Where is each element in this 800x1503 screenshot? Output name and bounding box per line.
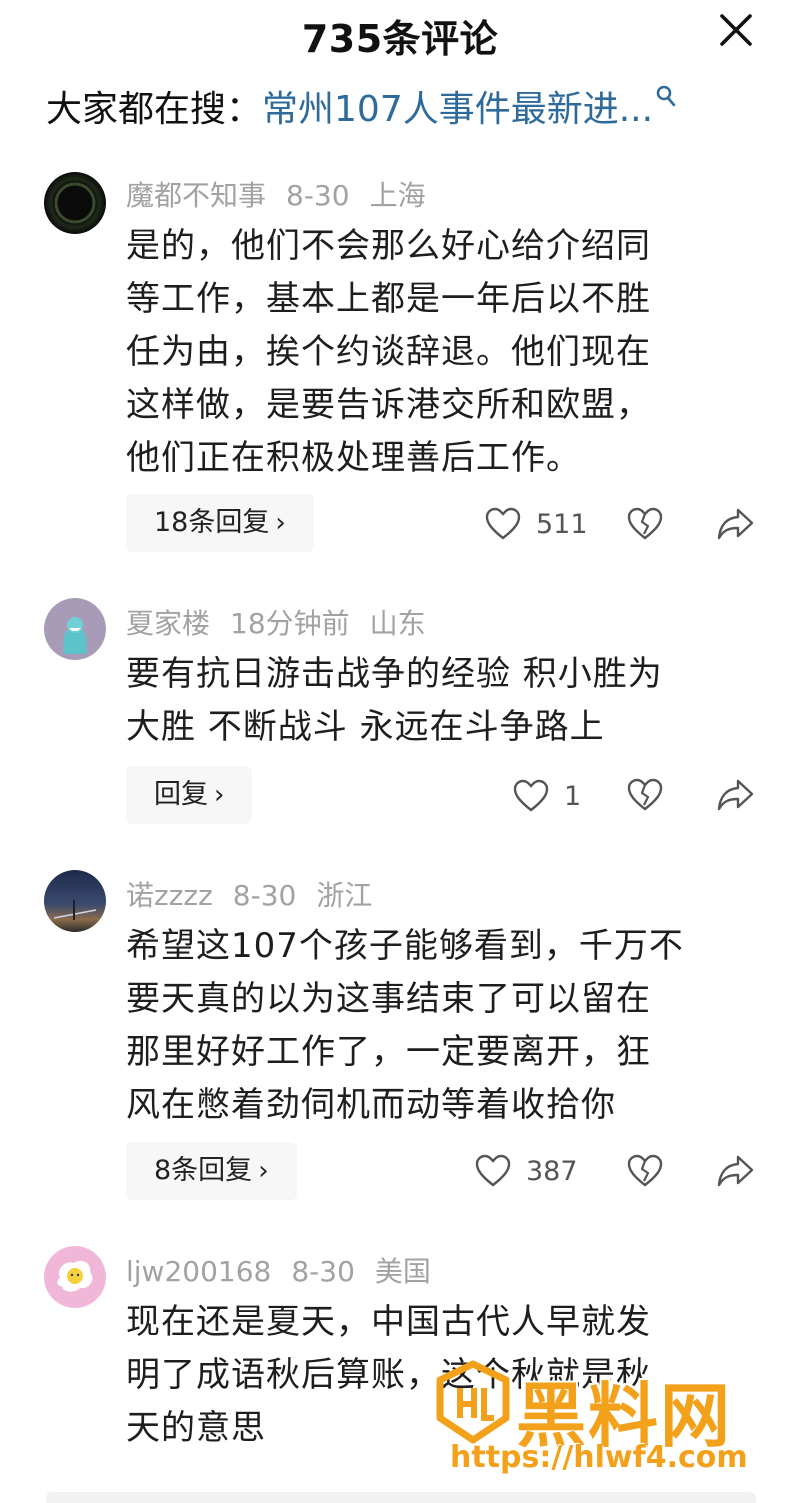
reply-button[interactable]: 回复 › xyxy=(126,766,253,824)
comment-text: 希望这107个孩子能够看到，千万不 要天真的以为这事结束了可以留在 那里好好工作… xyxy=(126,920,746,1132)
heart-icon xyxy=(485,507,521,540)
chevron-right-icon: › xyxy=(214,780,225,810)
heart-icon xyxy=(513,779,549,812)
like-count: 1 xyxy=(564,780,582,812)
share-arrow-icon[interactable] xyxy=(716,506,756,542)
chevron-right-icon: › xyxy=(275,508,286,538)
comment-input-bar[interactable] xyxy=(46,1492,756,1503)
watermark-logo xyxy=(436,1360,510,1444)
username[interactable]: ljw200168 xyxy=(126,1255,271,1288)
like-button[interactable]: 387 xyxy=(474,1151,578,1191)
comment-count-title: 735条评论 xyxy=(301,17,499,61)
trending-search-query[interactable]: 常州107人事件最新进... xyxy=(262,89,653,130)
share-arrow-icon[interactable] xyxy=(716,1153,756,1189)
comment-line: 他们正在积极处理善后工作。 xyxy=(126,438,581,478)
heart-icon xyxy=(475,1154,511,1187)
search-icon[interactable] xyxy=(655,84,677,110)
comment-line: 那里好好工作了，一定要离开，狂 xyxy=(126,1032,651,1072)
replies-label: 18条回复 xyxy=(154,507,270,538)
comments-header: 735条评论 xyxy=(0,0,800,64)
replies-label: 8条回复 xyxy=(154,1155,253,1186)
avatar[interactable] xyxy=(44,598,106,660)
chevron-right-icon: › xyxy=(258,1156,269,1186)
comment-meta: 诺zzzz 8-30 浙江 xyxy=(126,874,372,914)
avatar[interactable] xyxy=(44,1246,106,1308)
comment-line: 这样做，是要告诉港交所和欧盟， xyxy=(126,385,651,425)
comment-location: 山东 xyxy=(369,607,426,640)
trending-search-label: 大家都在搜： xyxy=(46,89,263,130)
avatar[interactable] xyxy=(44,870,106,932)
share-arrow-icon[interactable] xyxy=(716,777,756,813)
comment-date: 18分钟前 xyxy=(230,607,350,640)
watermark-url: https://hlwf4.com xyxy=(450,1440,748,1475)
broken-heart-icon[interactable] xyxy=(626,776,664,814)
comment-date: 8-30 xyxy=(291,1255,355,1288)
username[interactable]: 魔都不知事 xyxy=(126,179,266,212)
comment-date: 8-30 xyxy=(286,179,350,212)
like-count: 511 xyxy=(536,508,588,540)
comment-line: 任为由，挨个约谈辞退。他们现在 xyxy=(126,332,651,372)
comment-location: 上海 xyxy=(369,179,426,212)
username[interactable]: 诺zzzz xyxy=(126,879,213,912)
broken-heart-icon[interactable] xyxy=(626,505,664,543)
comment-meta: 夏家楼 18分钟前 山东 xyxy=(126,602,426,642)
like-count: 387 xyxy=(526,1155,578,1187)
comment-meta: ljw200168 8-30 美国 xyxy=(126,1250,431,1290)
username[interactable]: 夏家楼 xyxy=(126,607,210,640)
comment-line: 等工作，基本上都是一年后以不胜 xyxy=(126,279,651,319)
comment-location: 美国 xyxy=(374,1255,431,1288)
comment-line: 要天真的以为这事结束了可以留在 xyxy=(126,979,651,1019)
replies-label: 回复 xyxy=(154,779,208,810)
view-replies-button[interactable]: 18条回复 › xyxy=(126,494,314,552)
comment-meta: 魔都不知事 8-30 上海 xyxy=(126,174,426,214)
broken-heart-icon[interactable] xyxy=(626,1152,664,1190)
comment-text: 要有抗日游击战争的经验 积小胜为 大胜 不断战斗 永远在斗争路上 xyxy=(126,648,746,754)
watermark: 黑料网 https://hlwf4.com xyxy=(432,1360,772,1478)
comment-location: 浙江 xyxy=(316,879,373,912)
close-icon[interactable] xyxy=(716,10,756,50)
trending-search-row[interactable]: 大家都在搜：常州107人事件最新进... xyxy=(46,80,677,130)
comment-line: 是的，他们不会那么好心给介绍同 xyxy=(126,226,651,266)
comment-line: 大胜 不断战斗 永远在斗争路上 xyxy=(126,707,605,747)
comment-line: 希望这107个孩子能够看到，千万不 xyxy=(126,926,684,966)
comment-text: 是的，他们不会那么好心给介绍同 等工作，基本上都是一年后以不胜 任为由，挨个约谈… xyxy=(126,220,746,485)
comment-line: 要有抗日游击战争的经验 积小胜为 xyxy=(126,654,663,694)
comment-line: 现在还是夏天，中国古代人早就发 xyxy=(126,1302,651,1342)
comment-date: 8-30 xyxy=(232,879,297,912)
like-button[interactable]: 1 xyxy=(512,776,581,816)
view-replies-button[interactable]: 8条回复 › xyxy=(126,1142,297,1200)
avatar[interactable] xyxy=(44,172,106,234)
comment-line: 风在憋着劲伺机而动等着收拾你 xyxy=(126,1085,616,1125)
like-button[interactable]: 511 xyxy=(484,504,588,544)
